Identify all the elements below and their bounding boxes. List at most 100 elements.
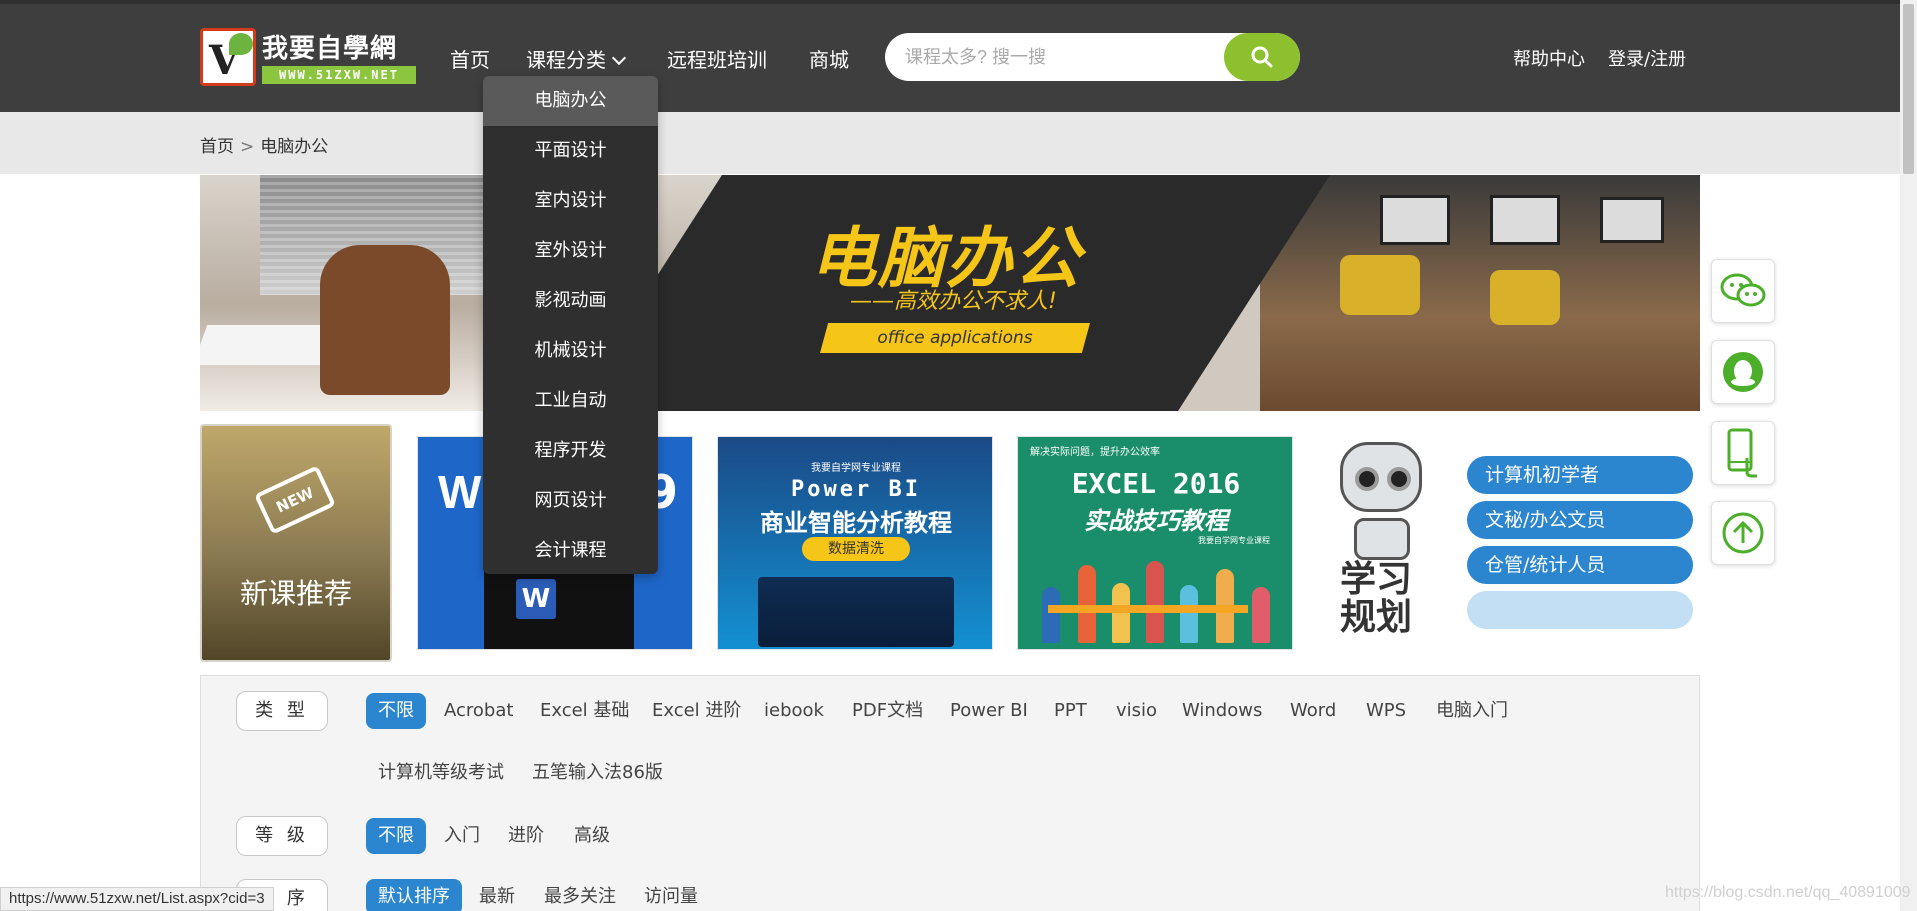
person-figure [1180,585,1198,643]
dropdown-item[interactable]: 平面设计 [483,126,658,176]
filter-sort-option[interactable]: 默认排序 [366,879,462,911]
plan-beginner-button[interactable]: 计算机初学者 [1467,456,1693,494]
search-button[interactable] [1224,33,1300,81]
banner-chair [320,245,450,395]
dropdown-item[interactable]: 程序开发 [483,426,658,476]
study-plan-title-line1: 学习 [1340,558,1413,600]
scrollbar-thumb[interactable] [1903,4,1914,174]
search-input[interactable] [905,33,1205,81]
login-register-link[interactable]: 登录/注册 [1608,45,1686,71]
leaf-icon [229,33,253,55]
filter-level-option[interactable]: 入门 [444,818,480,854]
filter-level-option[interactable]: 不限 [366,818,426,854]
study-plan: 学习 规划 计算机初学者 文秘/办公文员 仓管/统计人员 [1330,436,1700,656]
filter-type-option[interactable]: Excel 基础 [540,693,629,729]
card-word-text-left: W [438,466,482,518]
banner-monitor [1490,195,1560,245]
nav-course-category[interactable]: 课程分类 [526,44,627,73]
filter-type-option[interactable]: visio [1116,693,1157,729]
new-course-recommend[interactable]: NEW 新课推荐 [200,424,392,662]
dropdown-item[interactable]: 会计课程 [483,526,658,574]
dashboard-screens-image [758,577,954,647]
dropdown-item[interactable]: 工业自动 [483,376,658,426]
card-powerbi-small: 我要自学网专业课程 [811,463,901,474]
filter-type-option[interactable]: PPT [1054,693,1087,729]
dropdown-item[interactable]: 影视动画 [483,276,658,326]
filter-sort-option[interactable]: 最多关注 [544,879,616,911]
filter-level-option[interactable]: 进阶 [508,818,544,854]
desk-illustration [1048,605,1248,613]
logo-url: WWW.51ZXW.NET [262,66,416,84]
dropdown-item[interactable]: 室内设计 [483,176,658,226]
site-logo[interactable]: V 我要自學網 WWW.51ZXW.NET [200,28,416,86]
dropdown-item[interactable]: 电脑办公 [483,76,658,126]
office-people-illustration [1028,555,1284,649]
card-excel-title: EXCEL 2016 [1071,467,1241,500]
banner-monitor [1600,197,1664,243]
person-figure [1078,565,1096,643]
nav-home[interactable]: 首页 [450,44,490,73]
filter-type-option[interactable]: Power BI [950,693,1028,729]
filter-type-label: 类 型 [236,691,328,731]
nav-mall[interactable]: 商城 [809,44,849,73]
filter-panel: 类 型 不限 Acrobat Excel 基础 Excel 进阶 iebook … [200,675,1700,911]
plan-empty-button[interactable] [1467,591,1693,629]
robot-eye [1355,467,1379,491]
robot-body [1354,518,1410,560]
filter-type-option[interactable]: Windows [1182,693,1262,729]
mobile-icon [1727,428,1757,478]
filter-type-option[interactable]: Word [1290,693,1336,729]
breadcrumb-home[interactable]: 首页 [200,137,234,157]
filter-level-option[interactable]: 高级 [574,818,610,854]
filter-type-option[interactable]: 电脑入门 [1436,693,1508,729]
card-powerbi-pill: 数据清洗 [802,537,910,561]
filter-type-option[interactable]: WPS [1366,693,1406,729]
qq-button[interactable] [1711,340,1775,404]
nav-remote-training[interactable]: 远程班培训 [667,44,767,73]
laptop-image [484,567,634,649]
page: V 我要自學網 WWW.51ZXW.NET 首页 课程分类 远程班培训 商城 帮… [0,0,1917,911]
person-figure [1252,587,1270,643]
filter-type-option[interactable]: iebook [764,693,824,729]
card-powerbi-subtitle: 商业智能分析教程 [760,509,952,537]
help-center-link[interactable]: 帮助中心 [1513,45,1585,71]
filter-type-option[interactable]: PDF文档 [852,693,923,729]
person-figure [1112,583,1130,643]
course-card-excel-2016[interactable]: 解决实际问题，提升办公效率 EXCEL 2016 实战技巧教程 我要自学网专业课… [1017,436,1293,650]
word-app-icon: W [516,579,556,619]
course-card-power-bi[interactable]: 我要自学网专业课程 Power BI 商业智能分析教程 数据清洗 [717,436,993,650]
nav-course-category-label: 课程分类 [526,48,606,72]
plan-warehouse-button[interactable]: 仓管/统计人员 [1467,546,1693,584]
filter-type-option[interactable]: Excel 进阶 [652,693,741,729]
study-plan-title: 学习 规划 [1340,560,1412,636]
banner-yellow-chair [1340,255,1420,315]
wechat-button[interactable] [1711,259,1775,323]
card-powerbi-title: Power BI [791,477,921,502]
filter-type-option[interactable]: 五笔输入法86版 [532,755,663,791]
back-to-top-button[interactable] [1711,501,1775,565]
robot-eye [1387,467,1411,491]
qq-icon [1723,352,1763,392]
filter-sort-option[interactable]: 访问量 [644,879,698,911]
card-excel-head: 解决实际问题，提升办公效率 [1030,447,1160,458]
card-excel-small: 我要自学网专业课程 [1198,536,1270,545]
site-header: V 我要自學網 WWW.51ZXW.NET 首页 课程分类 远程班培训 商城 帮… [0,0,1917,112]
mobile-button[interactable] [1711,421,1775,485]
chevron-down-icon [611,50,627,66]
filter-type-option[interactable]: 计算机等级考试 [378,755,504,791]
person-figure [1146,561,1164,643]
banner-subtitle: ——高效办公不求人! [850,289,1057,314]
wechat-icon [1720,273,1766,307]
plan-secretary-button[interactable]: 文秘/办公文员 [1467,501,1693,539]
dropdown-item[interactable]: 机械设计 [483,326,658,376]
category-banner: 电脑办公 ——高效办公不求人! office applications [200,175,1700,411]
watermark: https://blog.csdn.net/qq_40891009 [1665,884,1911,901]
logo-title: 我要自學網 [262,34,398,64]
filter-type-option[interactable]: Acrobat [444,693,513,729]
logo-badge: V [200,28,256,86]
filter-sort-option[interactable]: 最新 [479,879,515,911]
dropdown-item[interactable]: 室外设计 [483,226,658,276]
new-course-label: 新课推荐 [239,577,352,610]
dropdown-item[interactable]: 网页设计 [483,476,658,526]
filter-type-option[interactable]: 不限 [366,693,426,729]
